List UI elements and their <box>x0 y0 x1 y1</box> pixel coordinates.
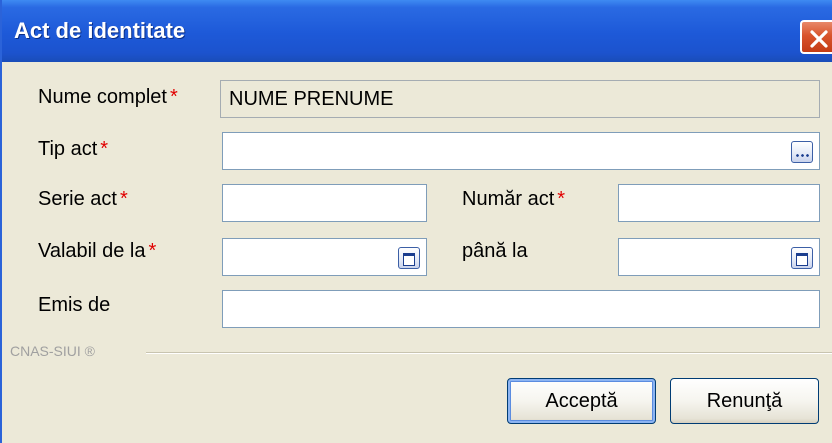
label-valabil-de-la: Valabil de la * <box>38 240 157 262</box>
window-title: Act de identitate <box>14 18 186 43</box>
required-mark: * <box>557 188 566 210</box>
dialog-window: Act de identitate Nume complet* Tip act*… <box>0 0 832 443</box>
required-mark: * <box>148 240 157 262</box>
ellipsis-icon <box>795 154 809 157</box>
required-mark: * <box>169 86 178 108</box>
close-icon <box>810 30 828 48</box>
calendar-icon <box>403 253 415 266</box>
required-mark: * <box>100 138 109 160</box>
cancel-button[interactable]: Renunţă <box>670 378 819 424</box>
label-numar-act: Număr act * <box>462 188 566 210</box>
serie-act-field[interactable] <box>222 184 427 222</box>
tip-act-lookup-button[interactable] <box>791 141 813 163</box>
tip-act-field[interactable] <box>222 132 820 170</box>
numar-act-field[interactable] <box>618 184 820 222</box>
label-nume-complet: Nume complet * <box>38 86 178 108</box>
pana-la-field[interactable] <box>618 238 820 276</box>
footer-brand: CNAS-SIUI ® <box>10 343 95 359</box>
valabil-de-la-calendar-button[interactable] <box>398 247 420 269</box>
label-tip-act: Tip act * <box>38 138 109 160</box>
valabil-de-la-field[interactable] <box>222 238 427 276</box>
label-pana-la: până la <box>462 240 528 262</box>
emis-de-field[interactable] <box>222 290 820 328</box>
required-mark: * <box>119 188 128 210</box>
title-bar[interactable]: Act de identitate <box>2 0 832 62</box>
nume-complet-field <box>220 80 820 118</box>
label-emis-de: Emis de <box>38 294 111 316</box>
close-button[interactable] <box>800 20 832 54</box>
accept-button[interactable]: Acceptă <box>507 378 656 424</box>
footer-divider <box>146 352 832 354</box>
pana-la-calendar-button[interactable] <box>791 247 813 269</box>
label-serie-act: Serie act * <box>38 188 128 210</box>
calendar-icon <box>796 253 808 266</box>
